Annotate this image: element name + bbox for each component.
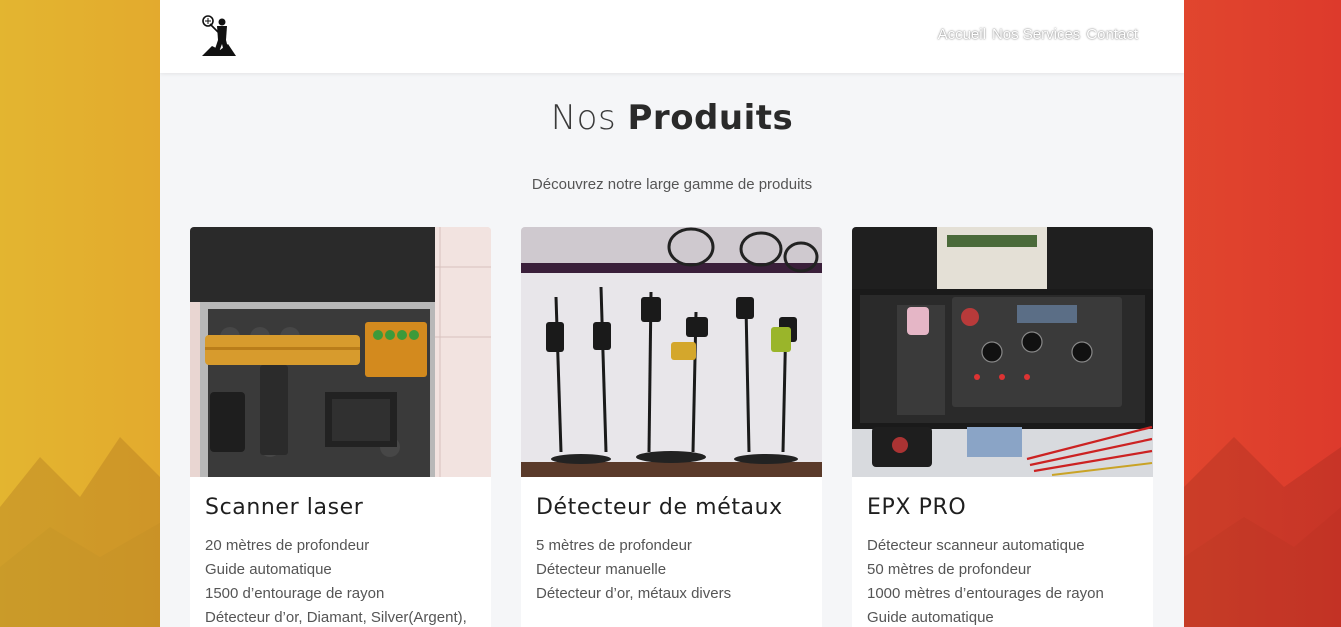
- product-card-epx-pro[interactable]: EPX PRO Détecteur scanneur automatique 5…: [852, 227, 1153, 627]
- product-features: 20 mètres de profondeur Guide automatiqu…: [205, 534, 485, 627]
- nav-link-nos-services[interactable]: Nos Services: [992, 26, 1080, 43]
- product-feature: 20 mètres de profondeur: [205, 537, 370, 554]
- product-feature: 1000 mètres d’entourages de rayon: [867, 585, 1104, 602]
- product-feature: Détecteur scanneur automatique: [867, 537, 1085, 554]
- nav-link-accueil[interactable]: Accueil: [938, 26, 986, 43]
- main-container: Accueil Nos Services Contact Nos Produit…: [160, 0, 1184, 627]
- product-feature: Détecteur d’or, métaux divers: [536, 585, 732, 602]
- product-feature: Guide automatique: [867, 609, 994, 626]
- nav-links: Accueil Nos Services Contact: [938, 26, 1138, 43]
- section-title-light: Nos: [550, 98, 617, 138]
- product-features: 5 mètres de profondeur Détecteur manuell…: [536, 534, 816, 606]
- product-feature: 5 mètres de profondeur: [536, 537, 692, 554]
- product-feature: 1500 d’entourage de rayon: [205, 585, 385, 602]
- product-feature: Guide automatique: [205, 561, 332, 578]
- product-feature: Détecteur manuelle: [536, 561, 667, 578]
- background-mountains-right: [1184, 437, 1341, 627]
- section-subtitle: Découvrez notre large gamme de produits: [531, 176, 813, 193]
- navbar: Accueil Nos Services Contact: [160, 0, 1184, 73]
- section-title-bold: Produits: [627, 98, 794, 138]
- product-title: Scanner laser: [205, 495, 364, 520]
- nav-link-contact[interactable]: Contact: [1086, 26, 1138, 43]
- product-image-detecteur-metaux[interactable]: [521, 227, 822, 477]
- product-image-scanner-laser[interactable]: [190, 227, 491, 477]
- section-title: Nos Produits: [160, 98, 1184, 138]
- background-mountains-left: [0, 437, 170, 627]
- miner-logo-icon[interactable]: [200, 14, 238, 58]
- product-title: Détecteur de métaux: [536, 495, 783, 520]
- product-card-scanner-laser[interactable]: Scanner laser 20 mètres de profondeur Gu…: [190, 227, 491, 627]
- product-feature: Détecteur d’or, Diamant, Silver(Argent),: [205, 609, 467, 626]
- product-card-detecteur-metaux[interactable]: Détecteur de métaux 5 mètres de profonde…: [521, 227, 822, 627]
- product-feature: 50 mètres de profondeur: [867, 561, 1032, 578]
- product-title: EPX PRO: [867, 495, 967, 520]
- product-features: Détecteur scanneur automatique 50 mètres…: [867, 534, 1147, 627]
- product-image-epx-pro[interactable]: [852, 227, 1153, 477]
